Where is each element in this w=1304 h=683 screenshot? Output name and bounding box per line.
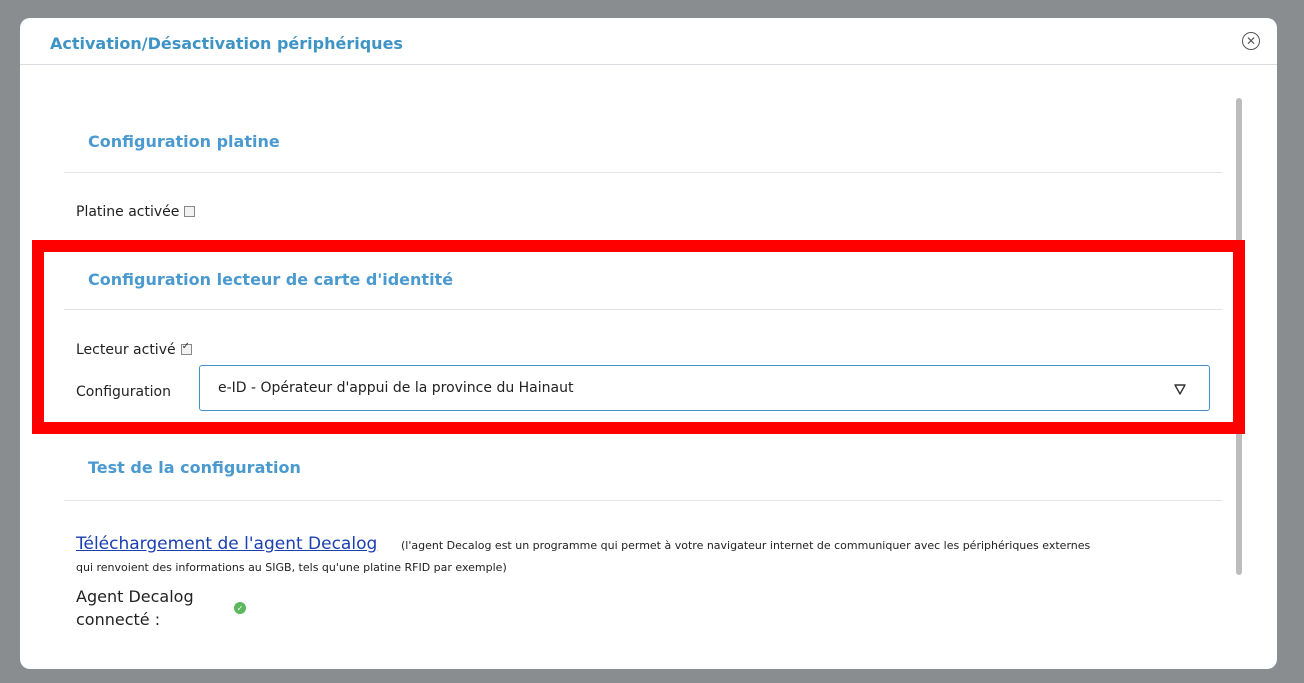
modal-header: Activation/Désactivation périphériques ✕	[20, 18, 1277, 65]
section-title-test: Test de la configuration	[88, 458, 301, 477]
modal-title: Activation/Désactivation périphériques	[50, 34, 403, 53]
section-title-lecteur: Configuration lecteur de carte d'identit…	[88, 270, 454, 289]
chevron-down-icon	[1174, 384, 1186, 395]
agent-note-line2: qui renvoient des informations au SIGB, …	[76, 561, 507, 574]
lecteur-label: Lecteur activé	[76, 342, 176, 358]
platine-checkbox[interactable]	[184, 206, 196, 217]
config-select[interactable]: e-ID - Opérateur d'appui de la province …	[199, 365, 1210, 411]
agent-note-line1: (l'agent Decalog est un programme qui pe…	[401, 539, 1091, 552]
download-agent-link[interactable]: Téléchargement de l'agent Decalog	[76, 534, 377, 554]
scrollbar[interactable]	[1236, 98, 1242, 575]
agent-label-line1: Agent Decalog	[76, 587, 194, 606]
agent-label-line2: connecté :	[76, 610, 161, 629]
config-label: Configuration	[76, 384, 171, 400]
platine-label: Platine activée	[76, 204, 180, 220]
close-icon[interactable]: ✕	[1242, 32, 1260, 50]
lecteur-row: Lecteur activé	[76, 341, 192, 358]
section-title-platine: Configuration platine	[88, 132, 280, 151]
divider	[64, 500, 1222, 501]
platine-row: Platine activée	[76, 204, 196, 220]
divider	[64, 172, 1222, 173]
lecteur-checkbox[interactable]	[180, 341, 192, 355]
divider	[64, 309, 1222, 310]
modal-dialog: Activation/Désactivation périphériques ✕…	[20, 18, 1277, 669]
config-select-value: e-ID - Opérateur d'appui de la province …	[218, 380, 574, 396]
check-circle-icon: ✓	[234, 602, 246, 614]
